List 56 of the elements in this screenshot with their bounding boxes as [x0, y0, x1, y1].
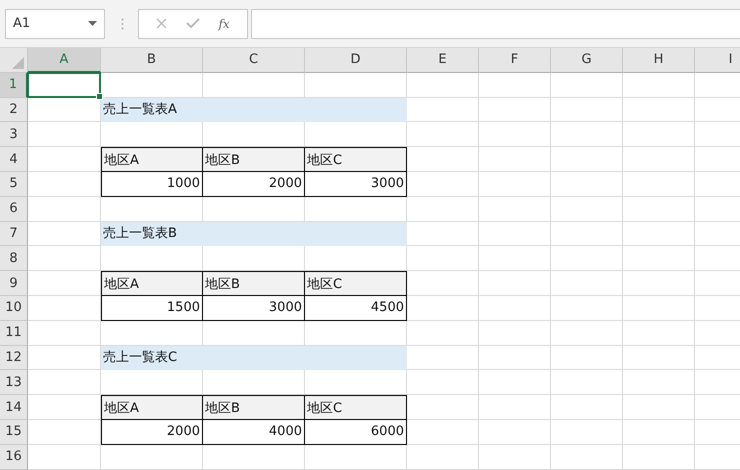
table-header-cell: 地区A — [101, 271, 203, 296]
table-header-cell: 地区A — [101, 395, 203, 420]
row-header[interactable]: 7 — [0, 222, 28, 246]
column-header[interactable]: D — [305, 48, 407, 73]
row-header[interactable]: 5 — [0, 172, 28, 197]
sheet-title: 売上一覧表A — [101, 98, 203, 122]
row-header[interactable]: 13 — [0, 370, 28, 396]
row-header[interactable]: 4 — [0, 147, 28, 172]
column-header[interactable]: H — [623, 48, 695, 73]
column-header[interactable]: I — [695, 48, 740, 73]
table-header-cell: 地区C — [305, 271, 407, 296]
caret-icon[interactable] — [88, 21, 97, 26]
column-header[interactable]: B — [101, 48, 203, 73]
table-header-cell: 地区C — [305, 395, 407, 420]
corner-triangle-icon[interactable] — [12, 56, 24, 69]
insert-function-button[interactable]: fx — [218, 16, 230, 30]
cell-reference: A1 — [13, 16, 30, 31]
table-header-cell: 地区B — [203, 395, 305, 420]
table-cell: 6000 — [305, 420, 407, 445]
sheet-title: 売上一覧表B — [101, 222, 203, 246]
row-header[interactable]: 15 — [0, 420, 28, 445]
row-header[interactable]: 14 — [0, 395, 28, 420]
table-cell: 4500 — [305, 296, 407, 321]
table-header-cell: 地区A — [101, 147, 203, 172]
table-cell: 4000 — [203, 420, 305, 445]
table-header-cell: 地区B — [203, 147, 305, 172]
column-header[interactable]: C — [203, 48, 305, 73]
row-header[interactable]: 10 — [0, 296, 28, 321]
drag-handle-icon[interactable] — [121, 18, 124, 30]
table-header-cell: 地区B — [203, 271, 305, 296]
row-header[interactable]: 12 — [0, 346, 28, 370]
name-box[interactable]: A1 — [5, 8, 105, 38]
row-header[interactable]: 16 — [0, 444, 28, 470]
table-cell: 3000 — [305, 172, 407, 197]
formula-input[interactable] — [251, 8, 740, 38]
row-header[interactable]: 8 — [0, 246, 28, 272]
table-cell: 2000 — [101, 420, 203, 445]
row-header[interactable]: 9 — [0, 271, 28, 296]
row-header[interactable]: 11 — [0, 320, 28, 346]
select-all-button[interactable] — [0, 48, 28, 73]
table-cell: 1500 — [101, 296, 203, 321]
table-cell: 1000 — [101, 172, 203, 197]
table-cell: 2000 — [203, 172, 305, 197]
row-header[interactable]: 6 — [0, 196, 28, 222]
column-header[interactable]: F — [479, 48, 551, 73]
column-header[interactable]: G — [551, 48, 623, 73]
table-cell: 3000 — [203, 296, 305, 321]
cancel-icon[interactable] — [156, 18, 168, 29]
row-header[interactable]: 2 — [0, 98, 28, 122]
table-header-cell: 地区C — [305, 147, 407, 172]
sheet-title: 売上一覧表C — [101, 346, 203, 370]
row-header[interactable]: 1 — [0, 72, 28, 98]
row-header[interactable]: 3 — [0, 122, 28, 148]
column-header[interactable]: E — [407, 48, 479, 73]
column-header[interactable]: A — [28, 48, 101, 73]
check-icon[interactable] — [186, 18, 200, 29]
